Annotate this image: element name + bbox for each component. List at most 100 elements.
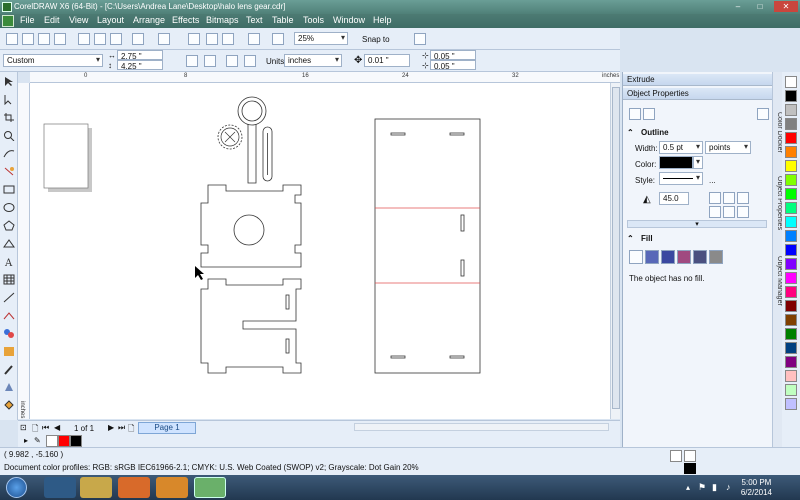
page-options-icon[interactable]: ⊡ bbox=[20, 423, 27, 432]
transparency-tool-icon[interactable] bbox=[3, 346, 15, 357]
internet-explorer-icon[interactable] bbox=[44, 477, 76, 498]
palette-swatch[interactable] bbox=[785, 300, 797, 312]
outline-color-dropdown[interactable] bbox=[693, 156, 703, 169]
palette-swatch[interactable] bbox=[785, 174, 797, 186]
outline-width-select[interactable]: 0.5 pt bbox=[659, 141, 703, 154]
outline-style-more[interactable]: ... bbox=[709, 176, 716, 185]
firefox-icon[interactable] bbox=[118, 477, 150, 498]
crop-tool-icon[interactable] bbox=[3, 112, 15, 123]
palette-swatch[interactable] bbox=[785, 160, 797, 172]
menu-layout[interactable]: Layout bbox=[97, 15, 124, 25]
start-button-icon[interactable] bbox=[6, 477, 27, 498]
cut-icon[interactable] bbox=[78, 33, 90, 45]
fill-properties-icon[interactable] bbox=[643, 108, 655, 120]
basic-shapes-tool-icon[interactable] bbox=[3, 238, 15, 249]
vertical-scroll-thumb[interactable] bbox=[612, 87, 620, 409]
expand-outline-options[interactable]: ▾ bbox=[627, 220, 767, 228]
menu-file[interactable]: File bbox=[20, 15, 35, 25]
palette-swatch[interactable] bbox=[785, 118, 797, 130]
polygon-tool-icon[interactable] bbox=[3, 220, 15, 231]
undo-icon[interactable] bbox=[132, 33, 144, 45]
round-cap-icon[interactable] bbox=[723, 206, 735, 218]
redo-icon[interactable] bbox=[158, 33, 170, 45]
volume-icon[interactable]: ♪ bbox=[726, 482, 731, 492]
export-icon[interactable] bbox=[222, 33, 234, 45]
miter-limit-field[interactable]: 45.0 bbox=[659, 192, 689, 205]
palette-swatch[interactable] bbox=[785, 356, 797, 368]
menu-tools[interactable]: Tools bbox=[303, 15, 324, 25]
play-icon[interactable]: ▸ bbox=[24, 436, 28, 445]
miter-join-icon[interactable] bbox=[709, 192, 721, 204]
eyedropper-tool-icon[interactable] bbox=[3, 364, 15, 375]
texture-fill-icon[interactable] bbox=[693, 250, 707, 264]
palette-swatch[interactable] bbox=[785, 342, 797, 354]
palette-swatch[interactable] bbox=[785, 258, 797, 270]
menu-help[interactable]: Help bbox=[373, 15, 392, 25]
smart-fill-tool-icon[interactable] bbox=[3, 166, 15, 177]
rectangle-tool-icon[interactable] bbox=[3, 184, 15, 195]
palette-swatch[interactable] bbox=[785, 244, 797, 256]
coreldraw-taskbar-icon[interactable] bbox=[194, 477, 226, 498]
previous-page-icon[interactable]: ◀ bbox=[54, 423, 60, 432]
maximize-button[interactable]: □ bbox=[750, 1, 770, 12]
palette-swatch[interactable] bbox=[785, 188, 797, 200]
outline-color-indicator[interactable] bbox=[684, 463, 696, 474]
menu-edit[interactable]: Edit bbox=[44, 15, 60, 25]
menu-effects[interactable]: Effects bbox=[172, 15, 199, 25]
zoom-select[interactable]: 25% bbox=[294, 32, 348, 45]
ellipse-tool-icon[interactable] bbox=[3, 202, 15, 213]
outline-units-select[interactable]: points bbox=[705, 141, 751, 154]
palette-swatch[interactable] bbox=[785, 76, 797, 88]
square-cap-icon[interactable] bbox=[709, 206, 721, 218]
outline-properties-icon[interactable] bbox=[629, 108, 641, 120]
extended-cap-icon[interactable] bbox=[737, 206, 749, 218]
vertical-scrollbar[interactable] bbox=[610, 83, 620, 419]
media-player-icon[interactable] bbox=[156, 477, 188, 498]
print-icon[interactable] bbox=[54, 33, 66, 45]
no-fill-button-icon[interactable] bbox=[629, 250, 643, 264]
freehand-tool-icon[interactable] bbox=[3, 148, 15, 159]
units-select[interactable]: inches bbox=[284, 54, 342, 67]
menu-view[interactable]: View bbox=[69, 15, 88, 25]
landscape-icon[interactable] bbox=[204, 55, 216, 67]
blend-tool-icon[interactable] bbox=[3, 328, 15, 339]
outline-pen-tool-icon[interactable] bbox=[3, 382, 15, 393]
search-content-icon[interactable] bbox=[188, 33, 200, 45]
first-page-icon[interactable]: ⏮ bbox=[42, 423, 49, 433]
connector-tool-icon[interactable] bbox=[3, 310, 15, 321]
collapse-icon[interactable]: ⌃ bbox=[627, 234, 634, 243]
all-pages-icon[interactable] bbox=[226, 55, 238, 67]
close-button[interactable]: ✕ bbox=[774, 1, 798, 12]
file-explorer-icon[interactable] bbox=[80, 477, 112, 498]
action-center-icon[interactable]: ⚑ bbox=[698, 482, 706, 493]
palette-swatch[interactable] bbox=[785, 230, 797, 242]
palette-swatch[interactable] bbox=[785, 104, 797, 116]
paste-icon[interactable] bbox=[110, 33, 122, 45]
palette-swatch[interactable] bbox=[785, 370, 797, 382]
palette-swatch[interactable] bbox=[785, 286, 797, 298]
current-page-icon[interactable] bbox=[244, 55, 256, 67]
palette-swatch[interactable] bbox=[785, 314, 797, 326]
menu-arrange[interactable]: Arrange bbox=[133, 15, 165, 25]
outline-color-swatch[interactable] bbox=[659, 156, 693, 169]
palette-swatch[interactable] bbox=[785, 202, 797, 214]
save-icon[interactable] bbox=[38, 33, 50, 45]
snap-to-dropdown[interactable]: Snap to bbox=[362, 35, 390, 44]
publish-pdf-icon[interactable] bbox=[248, 33, 260, 45]
dimension-tool-icon[interactable] bbox=[3, 292, 15, 303]
duplicate-x-field[interactable]: 0.05 " bbox=[430, 50, 476, 60]
page-height-field[interactable]: 4.25 " bbox=[117, 60, 163, 70]
fill-indicator-icon[interactable] bbox=[670, 450, 682, 462]
docker-options-icon[interactable] bbox=[757, 108, 769, 120]
duplicate-y-field[interactable]: 0.05 " bbox=[430, 60, 476, 70]
menu-text[interactable]: Text bbox=[246, 15, 263, 25]
horizontal-scrollbar[interactable] bbox=[354, 423, 609, 431]
palette-swatch[interactable] bbox=[785, 398, 797, 410]
table-tool-icon[interactable] bbox=[3, 274, 15, 285]
network-icon[interactable]: ▮ bbox=[712, 482, 717, 493]
portrait-icon[interactable] bbox=[186, 55, 198, 67]
outline-style-select[interactable] bbox=[659, 172, 703, 185]
new-icon[interactable] bbox=[6, 33, 18, 45]
collapse-icon[interactable]: ⌃ bbox=[627, 128, 634, 137]
menu-table[interactable]: Table bbox=[272, 15, 294, 25]
